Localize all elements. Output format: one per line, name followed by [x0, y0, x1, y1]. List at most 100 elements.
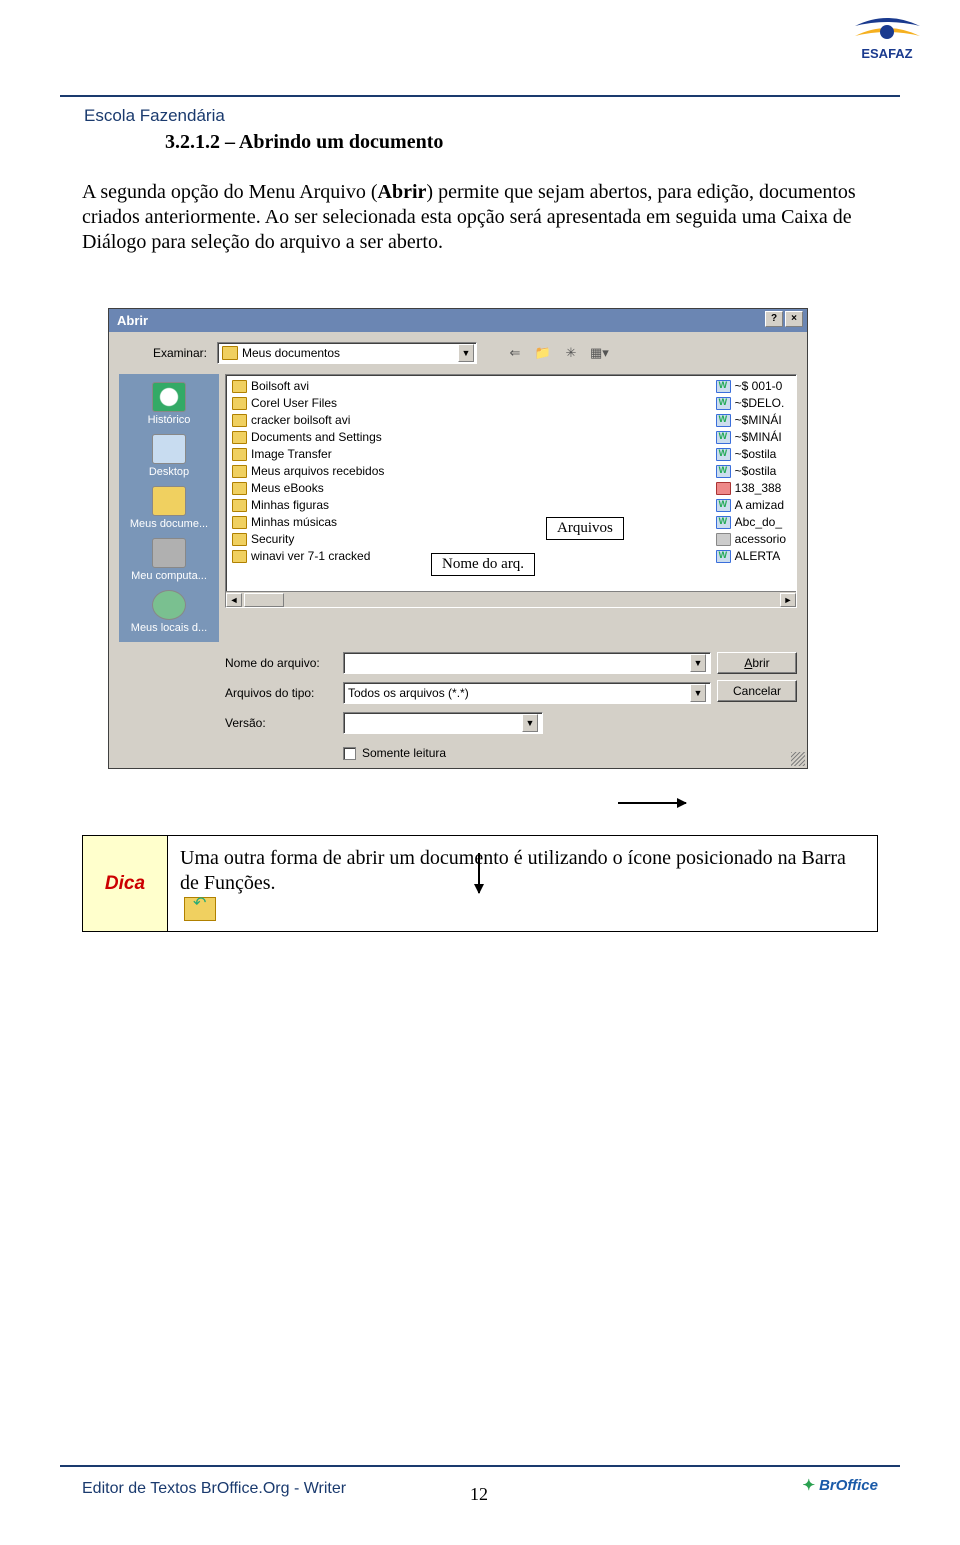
list-item[interactable]: Security: [232, 532, 384, 546]
item-label: Meus eBooks: [251, 481, 324, 495]
list-item[interactable]: ~$DELO.: [716, 396, 786, 410]
readonly-label: Somente leitura: [362, 746, 446, 760]
place-history[interactable]: Histórico: [123, 380, 215, 428]
place-desktop[interactable]: Desktop: [123, 432, 215, 480]
place-documents[interactable]: Meus docume...: [123, 484, 215, 532]
item-label: Meus arquivos recebidos: [251, 464, 384, 478]
intro-paragraph: A segunda opção do Menu Arquivo (Abrir) …: [82, 180, 878, 255]
list-item[interactable]: A amizad: [716, 498, 786, 512]
item-label: Corel User Files: [251, 396, 337, 410]
list-item[interactable]: ALERTA: [716, 549, 786, 563]
footer-rule: [60, 1465, 900, 1467]
item-label: ~$ostila: [735, 464, 777, 478]
horizontal-scrollbar[interactable]: ◄ ►: [226, 591, 796, 607]
folder-icon: [232, 465, 247, 478]
chevron-down-icon[interactable]: ▼: [690, 654, 706, 672]
item-label: cracker boilsoft avi: [251, 413, 350, 427]
new-folder-icon[interactable]: ✳: [561, 343, 581, 363]
item-label: ALERTA: [735, 549, 781, 563]
list-item[interactable]: winavi ver 7-1 cracked: [232, 549, 384, 563]
folder-icon: [232, 516, 247, 529]
list-item[interactable]: Minhas figuras: [232, 498, 384, 512]
chevron-down-icon[interactable]: ▼: [522, 714, 538, 732]
list-item[interactable]: ~$ostila: [716, 464, 786, 478]
places-bar: Histórico Desktop Meus docume... Meu com…: [119, 374, 219, 642]
readonly-checkbox[interactable]: [343, 747, 356, 760]
filename-input[interactable]: ▼: [343, 652, 711, 674]
para-bold: Abrir: [378, 181, 427, 203]
history-icon: [152, 382, 186, 412]
folder-icon: [232, 499, 247, 512]
word-file-icon: [716, 380, 731, 393]
scroll-right-icon[interactable]: ►: [780, 593, 796, 607]
file-list[interactable]: Boilsoft avi Corel User Files cracker bo…: [225, 374, 797, 608]
place-network[interactable]: Meus locais d...: [123, 588, 215, 636]
word-file-icon: [716, 550, 731, 563]
tip-label: Dica: [83, 836, 168, 931]
filetype-label: Arquivos do tipo:: [225, 686, 335, 700]
list-item[interactable]: acessorio: [716, 532, 786, 546]
folder-icon: [222, 346, 238, 360]
version-label: Versão:: [225, 716, 335, 730]
open-button[interactable]: Abrir: [717, 652, 797, 674]
list-item[interactable]: Boilsoft avi: [232, 379, 384, 393]
chevron-down-icon[interactable]: ▼: [458, 344, 474, 362]
para-text: A segunda opção do Menu Arquivo (: [82, 181, 378, 203]
list-item[interactable]: ~$ostila: [716, 447, 786, 461]
close-icon[interactable]: ×: [785, 311, 803, 327]
list-item[interactable]: Meus arquivos recebidos: [232, 464, 384, 478]
scroll-left-icon[interactable]: ◄: [226, 593, 242, 607]
place-computer[interactable]: Meu computa...: [123, 536, 215, 584]
list-item[interactable]: Image Transfer: [232, 447, 384, 461]
list-item[interactable]: 138_388: [716, 481, 786, 495]
image-file-icon: [716, 482, 731, 495]
page-number: 12: [470, 1484, 488, 1505]
dialog-titlebar: Abrir ? ×: [109, 309, 807, 332]
version-combo[interactable]: ▼: [343, 712, 543, 734]
school-name: Escola Fazendária: [84, 106, 225, 126]
place-label: Desktop: [149, 466, 189, 478]
folder-icon: [232, 448, 247, 461]
help-icon[interactable]: ?: [765, 311, 783, 327]
item-label: ~$DELO.: [735, 396, 785, 410]
folder-icon: [232, 431, 247, 444]
folder-icon: [232, 380, 247, 393]
folder-icon: [232, 482, 247, 495]
place-label: Meus docume...: [130, 518, 208, 530]
scroll-thumb[interactable]: [244, 593, 284, 607]
tip-paragraph: Uma outra forma de abrir um documento é …: [180, 847, 846, 894]
list-item[interactable]: ~$MINÁI: [716, 430, 786, 444]
place-label: Histórico: [148, 414, 191, 426]
resize-grip-icon[interactable]: [791, 752, 805, 766]
item-label: Minhas figuras: [251, 498, 329, 512]
list-item[interactable]: Documents and Settings: [232, 430, 384, 444]
item-label: winavi ver 7-1 cracked: [251, 549, 370, 563]
chevron-down-icon[interactable]: ▼: [690, 684, 706, 702]
list-item[interactable]: Minhas músicas: [232, 515, 384, 529]
cancel-button[interactable]: Cancelar: [717, 680, 797, 702]
list-item[interactable]: cracker boilsoft avi: [232, 413, 384, 427]
folder-icon: [232, 397, 247, 410]
footer-text: Editor de Textos BrOffice.Org - Writer: [82, 1480, 346, 1498]
esafaz-logo: ESAFAZ: [845, 8, 930, 66]
list-item[interactable]: ~$ 001-0: [716, 379, 786, 393]
item-label: Image Transfer: [251, 447, 332, 461]
examine-combo[interactable]: Meus documentos ▼: [217, 342, 477, 364]
list-item[interactable]: ~$MINÁI: [716, 413, 786, 427]
list-item[interactable]: Meus eBooks: [232, 481, 384, 495]
documents-icon: [152, 486, 186, 516]
open-dialog-screenshot: Abrir ? × Examinar: Meus documentos ▼ ⇐ …: [108, 308, 808, 769]
section-heading: 3.2.1.2 – Abrindo um documento: [165, 131, 443, 154]
item-label: Minhas músicas: [251, 515, 337, 529]
item-label: ~$MINÁI: [735, 430, 782, 444]
word-file-icon: [716, 465, 731, 478]
examine-label: Examinar:: [119, 346, 207, 360]
up-folder-icon[interactable]: 📁: [533, 343, 553, 363]
filetype-combo[interactable]: Todos os arquivos (*.*)▼: [343, 682, 711, 704]
view-icon[interactable]: ▦▾: [589, 343, 609, 363]
list-item[interactable]: Corel User Files: [232, 396, 384, 410]
list-item[interactable]: Abc_do_: [716, 515, 786, 529]
item-label: Documents and Settings: [251, 430, 382, 444]
back-icon[interactable]: ⇐: [505, 343, 525, 363]
word-file-icon: [716, 516, 731, 529]
